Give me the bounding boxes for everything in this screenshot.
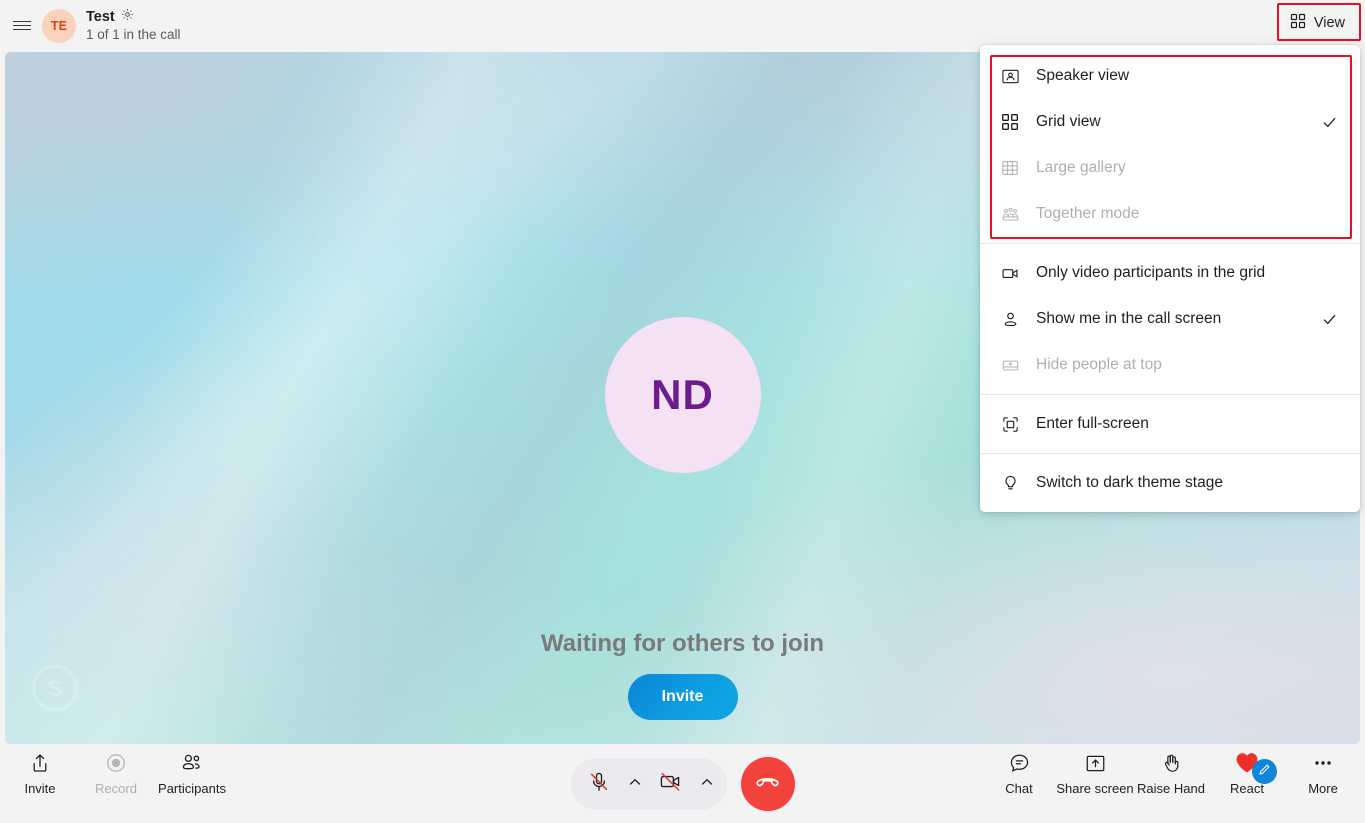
mute-mic-button[interactable] — [577, 762, 621, 806]
chevron-up-icon — [628, 775, 642, 794]
menu-divider — [980, 453, 1360, 454]
waiting-message: Waiting for others to join — [540, 630, 825, 657]
menu-item-grid-view[interactable]: Grid view — [980, 99, 1360, 145]
grid-icon — [1290, 13, 1306, 34]
camera-options-button[interactable] — [693, 762, 721, 806]
raise-hand-icon — [1160, 750, 1183, 776]
toolbar-label: Chat — [1005, 781, 1033, 796]
call-title-block: Test 1 of 1 in the call — [86, 8, 181, 43]
menu-item-label: Only video participants in the grid — [1036, 264, 1266, 281]
menu-item-enter-full-screen[interactable]: Enter full-screen — [980, 401, 1360, 447]
menu-group-view-layouts: Speaker view Grid view Large gallery Tog… — [980, 51, 1360, 239]
chevron-up-icon — [700, 775, 714, 794]
menu-item-label: Show me in the call screen — [1036, 310, 1222, 327]
toolbar-react-button[interactable]: React — [1209, 744, 1285, 796]
together-mode-icon — [998, 202, 1022, 226]
view-dropdown-menu[interactable]: Speaker view Grid view Large gallery Tog… — [980, 45, 1360, 512]
toolbar-right-group: Chat Share screen Raise Hand React More — [981, 744, 1361, 796]
call-toolbar: Invite Record Participants Chat Share sc… — [0, 744, 1365, 823]
menu-item-speaker-view[interactable]: Speaker view — [980, 53, 1360, 99]
microphone-muted-icon — [587, 770, 611, 799]
react-edit-badge[interactable] — [1252, 759, 1277, 784]
menu-item-label: Switch to dark theme stage — [1036, 474, 1223, 491]
menu-divider — [980, 394, 1360, 395]
hamburger-icon[interactable] — [5, 9, 39, 43]
menu-item-label: Grid view — [1036, 113, 1101, 130]
checkmark-icon — [1321, 114, 1338, 131]
menu-item-show-me-in-call-screen[interactable]: Show me in the call screen — [980, 296, 1360, 342]
hangup-phone-icon — [754, 769, 781, 799]
menu-item-label: Hide people at top — [1036, 356, 1162, 373]
avatar: TE — [42, 8, 76, 43]
toolbar-label: More — [1308, 781, 1338, 796]
speaker-view-icon — [998, 64, 1022, 88]
lightbulb-icon — [998, 471, 1022, 495]
toolbar-label: Raise Hand — [1137, 781, 1205, 796]
video-camera-icon — [998, 261, 1022, 285]
skype-call-window: TE Test 1 of 1 in the call View S ND Wai… — [0, 0, 1365, 823]
menu-item-together-mode[interactable]: Together mode — [980, 191, 1360, 237]
toggle-camera-button[interactable] — [649, 762, 693, 806]
av-controls-pill — [570, 758, 727, 810]
menu-item-label: Together mode — [1036, 205, 1140, 222]
share-screen-icon — [1084, 750, 1107, 776]
menu-item-only-video-participants[interactable]: Only video participants in the grid — [980, 250, 1360, 296]
toolbar-label: Share screen — [1056, 781, 1134, 796]
view-button[interactable]: View — [1279, 4, 1357, 42]
gear-icon[interactable] — [121, 8, 134, 26]
toolbar-label: React — [1230, 781, 1264, 796]
menu-group-theme: Switch to dark theme stage — [980, 458, 1360, 508]
menu-item-label: Enter full-screen — [1036, 415, 1149, 432]
hide-people-icon — [998, 353, 1022, 377]
invite-cta-button[interactable]: Invite — [627, 674, 738, 720]
toolbar-share-screen-button[interactable]: Share screen — [1056, 744, 1134, 796]
large-gallery-icon — [998, 156, 1022, 180]
grid-view-icon — [998, 110, 1022, 134]
menu-group-fullscreen: Enter full-screen — [980, 399, 1360, 449]
menu-group-display-options: Only video participants in the grid Show… — [980, 248, 1360, 390]
more-ellipsis-icon — [1311, 750, 1335, 776]
person-icon — [998, 307, 1022, 331]
toolbar-chat-button[interactable]: Chat — [981, 744, 1057, 796]
checkmark-icon — [1321, 311, 1338, 328]
mic-options-button[interactable] — [621, 762, 649, 806]
participant-avatar: ND — [604, 317, 761, 473]
call-header: TE Test 1 of 1 in the call View — [0, 0, 1365, 51]
page-title: Test — [86, 8, 115, 25]
menu-item-label: Speaker view — [1036, 67, 1130, 84]
menu-item-hide-people-at-top[interactable]: Hide people at top — [980, 342, 1360, 388]
pencil-icon — [1258, 763, 1271, 781]
menu-item-switch-dark-theme-stage[interactable]: Switch to dark theme stage — [980, 460, 1360, 506]
chat-icon — [1008, 750, 1031, 776]
toolbar-more-button[interactable]: More — [1285, 744, 1361, 796]
camera-off-icon — [658, 769, 683, 799]
participant-count: 1 of 1 in the call — [86, 27, 181, 43]
fullscreen-icon — [998, 412, 1022, 436]
toolbar-raise-hand-button[interactable]: Raise Hand — [1133, 744, 1209, 796]
end-call-button[interactable] — [740, 757, 795, 811]
view-button-label: View — [1313, 15, 1345, 31]
menu-divider — [980, 243, 1360, 244]
menu-item-large-gallery[interactable]: Large gallery — [980, 145, 1360, 191]
menu-item-label: Large gallery — [1036, 159, 1126, 176]
